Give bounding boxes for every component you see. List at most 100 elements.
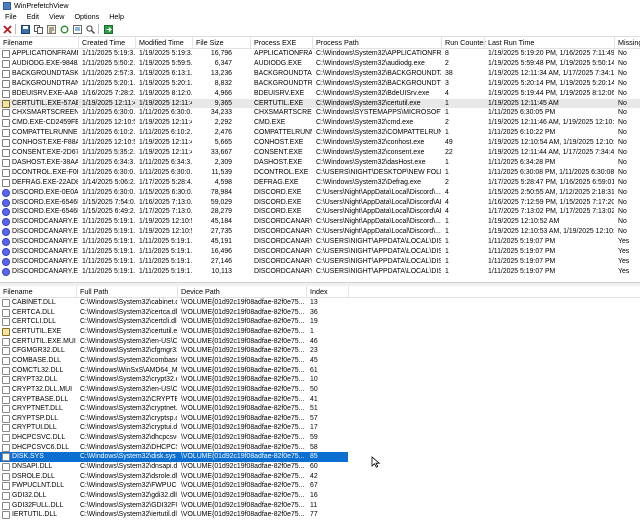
referenced-file-row[interactable]: DHCPCSVC.DLL C:\Windows\System32\dhcpcsvc… — [0, 433, 640, 443]
referenced-file-row[interactable]: CABINET.DLL C:\Windows\System32\cabinet.d… — [0, 298, 640, 308]
cell-process-exe: DISCORDCANARY... — [254, 248, 312, 255]
prefetch-row[interactable]: CMD.EXE-CD2459FE.pf 1/11/2025 12:10:5... 1… — [0, 118, 640, 128]
referenced-file-row[interactable]: COMCTL32.DLL C:\Windows\WinSxS\AMD64_MICR… — [0, 366, 640, 376]
prefetch-row[interactable]: DISCORD.EXE-6546DC... 1/15/2025 6:49:2...… — [0, 207, 640, 217]
title-bar: WinPrefetchView — [0, 0, 640, 11]
save-icon[interactable] — [20, 24, 31, 35]
cell-file-size: 13,236 — [210, 69, 232, 77]
column-header-missing[interactable]: Missing — [618, 38, 640, 47]
column-header-file-size[interactable]: File Size — [196, 38, 224, 47]
cell-process-path: C:\Windows\System32\conhost.exe — [316, 139, 425, 147]
prefetch-row[interactable]: DISCORDCANARY.EX... 1/11/2025 5:19:1... 1/… — [0, 227, 640, 237]
cell-full-path: C:\Windows\System32\GDI32FULL.DLL — [80, 501, 177, 509]
referenced-file-row[interactable]: CRYPTNET.DLL C:\Windows\System32\cryptnet… — [0, 404, 640, 414]
html-report-icon[interactable] — [72, 24, 83, 35]
prefetch-row[interactable]: DCONTROL.EXE-F0E9... 1/11/2025 6:30:0... 1… — [0, 168, 640, 178]
column-header-filename[interactable]: Filename — [3, 287, 33, 296]
menu-options[interactable]: Options — [69, 12, 104, 21]
column-header-last-run-time[interactable]: Last Run Time — [488, 38, 534, 47]
cell-last-run-time: 1/11/2025 5:19:07 PM — [488, 257, 556, 265]
prefetch-row[interactable]: DISCORDCANARY.EX... 1/11/2025 5:19:1... 1/… — [0, 237, 640, 247]
properties-icon[interactable] — [46, 24, 57, 35]
prefetch-row[interactable]: BDEUISRV.EXE-AA802... 1/16/2025 7:28:2...… — [0, 89, 640, 99]
cell-created-time: 1/16/2025 7:28:2... — [82, 89, 135, 97]
prefetch-row[interactable]: CERTUTIL.EXE-57AECE... 1/19/2025 12:11:4.… — [0, 98, 640, 109]
delete-icon[interactable] — [2, 24, 13, 35]
cell-file-size: 4,598 — [214, 178, 232, 186]
cell-filename: DCONTROL.EXE-F0E9... — [12, 168, 78, 176]
referenced-file-row[interactable]: CERTCLI.DLL C:\Windows\System32\certcli.d… — [0, 317, 640, 327]
cell-filename: DISCORDCANARY.EX... — [12, 228, 78, 236]
referenced-file-row[interactable]: DHCPCSVC6.DLL C:\Windows\System32\DHCPCSV… — [0, 443, 640, 453]
prefetch-row[interactable]: DISCORDCANARY.EX... 1/11/2025 5:19:1... 1/… — [0, 247, 640, 257]
prefetch-row[interactable]: DISCORDCANARY.EX... 1/11/2025 5:19:1... 1/… — [0, 257, 640, 267]
cell-process-exe: DISCORD.EXE — [254, 198, 302, 206]
exit-icon[interactable] — [103, 24, 114, 35]
referenced-file-row[interactable]: IERTUTIL.DLL C:\Windows\System32\iertutil… — [0, 510, 640, 520]
prefetch-row[interactable]: AUDIODG.EXE-9848A3... 1/11/2025 5:50:2...… — [0, 59, 640, 69]
prefetch-row[interactable]: CHXSMARTSCREEN.E... 1/11/2025 6:30:0... 1/… — [0, 108, 640, 118]
referenced-file-row[interactable]: GDI32FULL.DLL C:\Windows\System32\GDI32FU… — [0, 501, 640, 511]
menu-help[interactable]: Help — [104, 12, 129, 21]
cell-filename: CRYPTUI.DLL — [12, 424, 57, 432]
prefetch-row[interactable]: DEFRAG.EXE-22AD8A... 1/14/2025 5:06:2... 1… — [0, 178, 640, 188]
cell-modified-time: 1/19/2025 6:13:1... — [139, 69, 192, 77]
column-header-filename[interactable]: Filename — [3, 38, 33, 47]
referenced-files-list[interactable]: Filename Full Path Device Path Index CAB… — [0, 286, 640, 526]
prefetch-row[interactable]: DISCORDCANARY.EX... 1/11/2025 5:19:1... 1/… — [0, 217, 640, 227]
referenced-file-row[interactable]: CERTCA.DLL C:\Windows\System32\certca.dll… — [0, 308, 640, 318]
prefetch-row[interactable]: BACKGROUNDTRANS... 1/11/2025 5:20:1... 1/1… — [0, 79, 640, 89]
copy-icon[interactable] — [33, 24, 44, 35]
referenced-file-row[interactable]: CERTUTIL.EXE C:\Windows\System32\certutil… — [0, 327, 640, 337]
cell-created-time: 1/15/2025 7:54:0... — [82, 198, 135, 206]
cell-filename: DHCPCSVC.DLL — [12, 434, 66, 442]
prefetch-row[interactable]: CONHOST.EXE-F88A1... 1/11/2025 12:10:5...… — [0, 138, 640, 148]
prefetch-row[interactable]: DASHOST.EXE-38AAA... 1/11/2025 6:34:3... 1… — [0, 158, 640, 168]
column-header-process-path[interactable]: Process Path — [316, 38, 359, 47]
cell-file-size: 2,292 — [214, 119, 232, 127]
prefetch-row[interactable]: DISCORD.EXE-0E0AB1... 1/11/2025 6:30:0...… — [0, 188, 640, 198]
column-header-created-time[interactable]: Created Time — [82, 38, 125, 47]
prefetch-row[interactable]: APPLICATIONFRAME... 1/11/2025 5:19:3... 1/… — [0, 49, 640, 59]
column-header-run-counter[interactable]: Run Counter — [445, 38, 486, 47]
column-divider — [484, 37, 485, 48]
cell-modified-time: 1/19/2025 5:20:1... — [139, 79, 192, 87]
prefetch-files-list[interactable]: Filename Created Time Modified Time File… — [0, 37, 640, 282]
referenced-file-row[interactable]: CRYPT32.DLL.MUI C:\Windows\System32\en-US… — [0, 385, 640, 395]
referenced-file-row[interactable]: DISK.SYS C:\Windows\System32\disk.sys \VOL… — [0, 452, 348, 463]
cell-run-counter: 49 — [445, 139, 453, 147]
find-icon[interactable] — [85, 24, 96, 35]
column-header-modified-time[interactable]: Modified Time — [139, 38, 184, 47]
prefetch-row[interactable]: DISCORD.EXE-6546DC... 1/15/2025 7:54:0...… — [0, 198, 640, 208]
menu-edit[interactable]: Edit — [22, 12, 44, 21]
referenced-file-row[interactable]: DNSAPI.DLL C:\Windows\System32\dnsapi.dll… — [0, 462, 640, 472]
column-header-device-path[interactable]: Device Path — [181, 287, 220, 296]
referenced-file-row[interactable]: CERTUTIL.EXE.MUI C:\Windows\System32\en-U… — [0, 337, 640, 347]
referenced-file-row[interactable]: CFGMGR32.DLL C:\Windows\System32\cfgmgr32… — [0, 346, 640, 356]
cell-filename: CONSENT.EXE-2D674... — [12, 149, 78, 156]
cell-modified-time: 1/17/2025 7:13:0... — [139, 208, 192, 216]
referenced-file-row[interactable]: CRYPTUI.DLL C:\Windows\System32\cryptui.d… — [0, 423, 640, 433]
referenced-file-row[interactable]: FWPUCLNT.DLL C:\Windows\System32\FWPUCLNT… — [0, 481, 640, 491]
referenced-file-row[interactable]: DSROLE.DLL C:\Windows\System32\dsrole.dll… — [0, 472, 640, 482]
prefetch-row[interactable]: DISCORDCANARY.EX... 1/11/2025 5:19:1... 1/… — [0, 267, 640, 277]
cell-filename: DSROLE.DLL — [12, 472, 55, 480]
prefetch-row[interactable]: CONSENT.EXE-2D674... 1/11/2025 5:35:2... 1… — [0, 148, 640, 158]
referenced-file-row[interactable]: CRYPTBASE.DLL C:\Windows\System32\CRYPTBA… — [0, 395, 640, 405]
column-header-full-path[interactable]: Full Path — [80, 287, 108, 296]
cell-run-counter: 1 — [445, 99, 449, 107]
menu-view[interactable]: View — [44, 12, 69, 21]
cell-created-time: 1/11/2025 2:57:3... — [82, 69, 135, 77]
prefetch-row[interactable]: BACKGROUNDTASKH... 1/11/2025 2:57:3... 1/1… — [0, 69, 640, 79]
referenced-file-row[interactable]: GDI32.DLL C:\Windows\System32\gdi32.dll \V… — [0, 491, 640, 501]
menu-file[interactable]: File — [0, 12, 22, 21]
column-header-process-exe[interactable]: Process EXE — [254, 38, 296, 47]
prefetch-row[interactable]: COMPATTELRUNNER... 1/11/2025 6:10:2... 1/1… — [0, 128, 640, 138]
cell-full-path: C:\Windows\System32\combase.dll — [80, 356, 177, 364]
cell-last-run-time: 1/11/2025 5:19:07 PM — [488, 248, 556, 255]
refresh-icon[interactable] — [59, 24, 70, 35]
referenced-file-row[interactable]: CRYPTSP.DLL C:\Windows\System32\cryptsp.d… — [0, 414, 640, 424]
column-header-index[interactable]: Index — [310, 287, 328, 296]
referenced-file-row[interactable]: COMBASE.DLL C:\Windows\System32\combase.d… — [0, 356, 640, 366]
referenced-file-row[interactable]: CRYPT32.DLL C:\Windows\System32\crypt32.d… — [0, 375, 640, 385]
